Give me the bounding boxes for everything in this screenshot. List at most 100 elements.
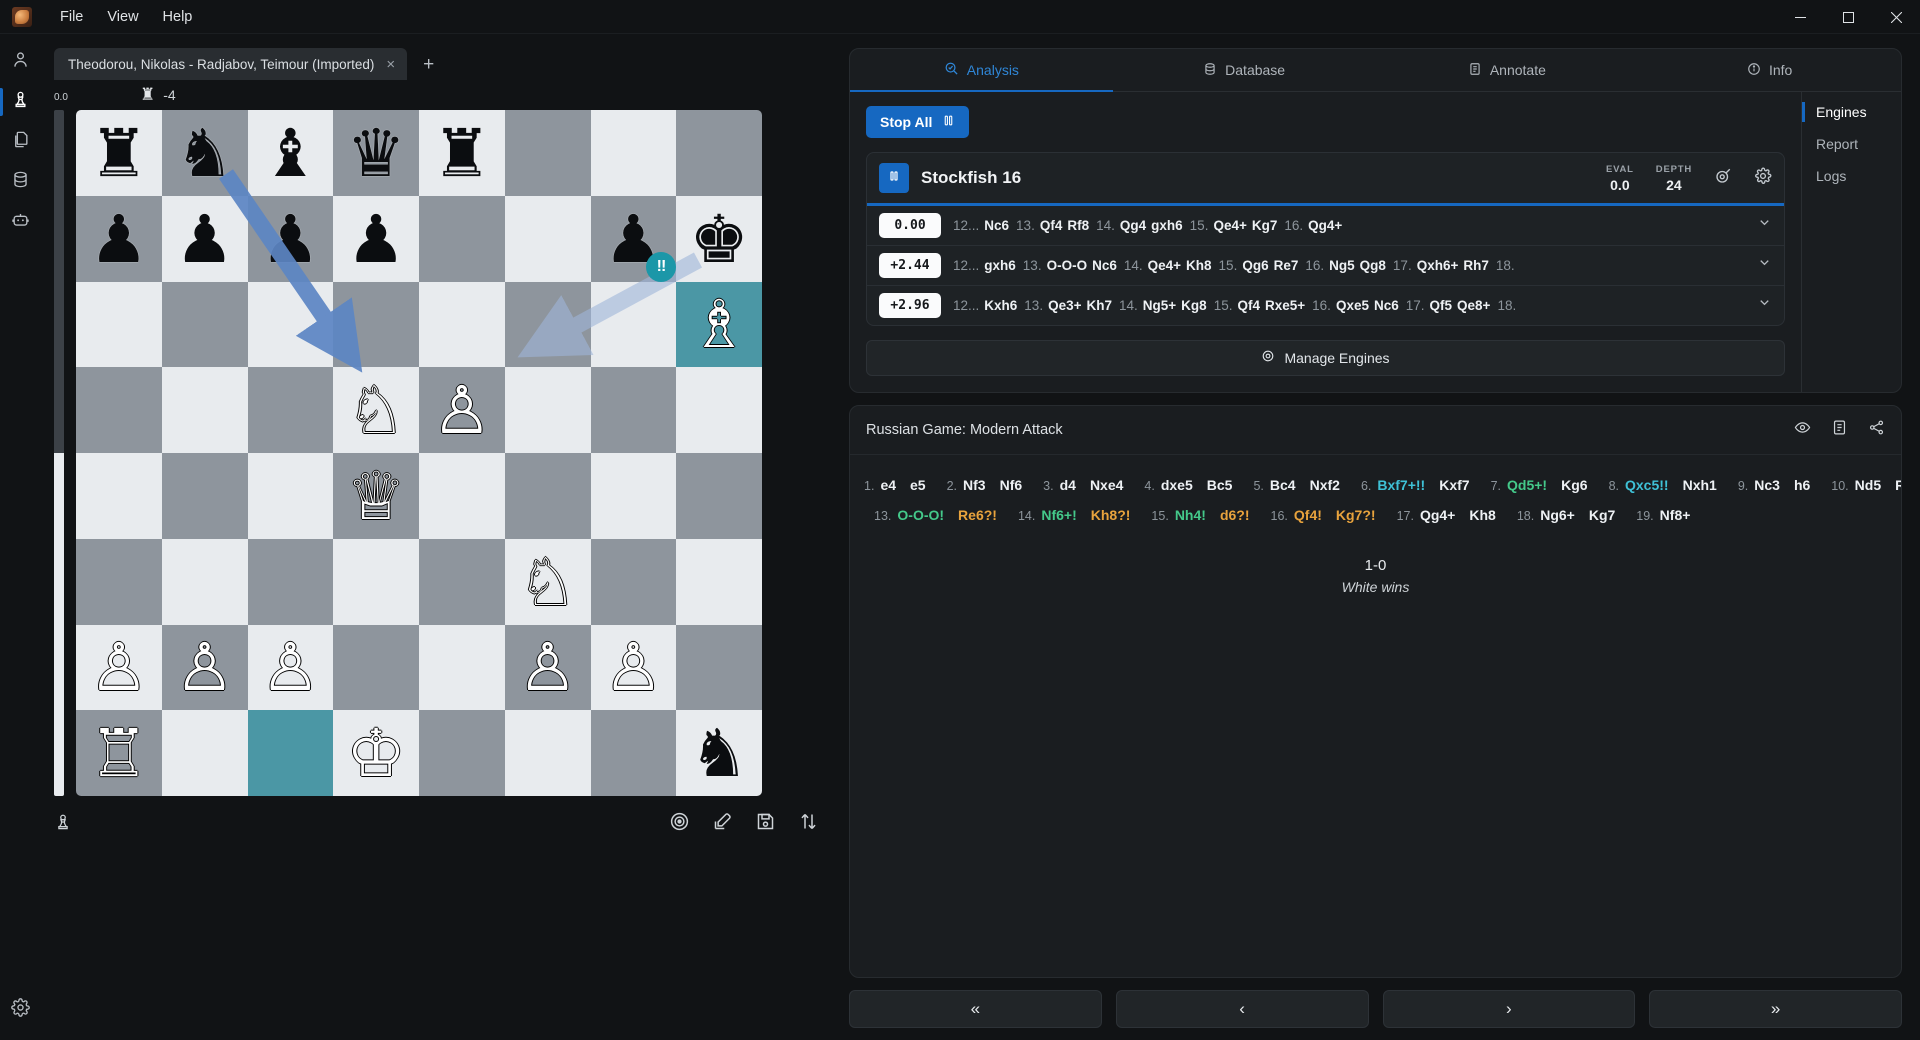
board-square-h8[interactable] [676,110,762,196]
share-icon[interactable] [1868,419,1885,441]
menu-help[interactable]: Help [151,5,205,29]
pawn-icon[interactable] [54,813,72,836]
board-square-d6[interactable] [333,282,419,368]
engine-line-3[interactable]: +2.9612...Kxh613.Qe3+Kh714.Ng5+Kg815.Qf4… [867,285,1784,325]
move-black[interactable]: Nxe4 [1087,475,1126,495]
move-white[interactable]: Nd5 [1852,475,1884,495]
board-square-c1[interactable] [248,710,334,796]
move-black[interactable]: Re8 [1892,475,1901,495]
new-tab-button[interactable]: + [415,55,442,74]
move-black[interactable]: Kg7 [1586,505,1618,525]
move-white[interactable]: Nc3 [1751,475,1783,495]
tab-database[interactable]: Database [1113,49,1376,91]
move-black[interactable]: Nxh1 [1680,475,1720,495]
chevron-down-icon[interactable] [1751,295,1772,315]
sidebar-item-engines[interactable] [0,202,40,242]
board-square-f8[interactable] [505,110,591,196]
board-square-a3[interactable] [76,539,162,625]
board-square-c3[interactable] [248,539,334,625]
board-square-f4[interactable] [505,453,591,539]
move-white[interactable]: Nf6+! [1038,505,1079,525]
board-square-g6[interactable] [591,282,677,368]
close-button[interactable] [1872,0,1920,34]
sidebar-item-games[interactable] [0,82,40,122]
move-white[interactable]: O-O-O! [894,505,947,525]
board-square-d5[interactable]: ♘ [333,367,419,453]
engine-pause-button[interactable] [879,163,909,193]
next-move-button[interactable]: › [1383,990,1636,1028]
board-square-b4[interactable] [162,453,248,539]
last-move-button[interactable]: » [1649,990,1902,1028]
eval-bar[interactable] [54,110,64,796]
board-square-e5[interactable]: ♙ [419,367,505,453]
move-white[interactable]: Qg4+ [1417,505,1458,525]
board-square-f7[interactable] [505,196,591,282]
move-black[interactable]: Nf6 [997,475,1026,495]
move-white[interactable]: Qf4! [1291,505,1325,525]
move-black[interactable]: Nxf2 [1307,475,1343,495]
stop-all-button[interactable]: Stop All [866,106,969,138]
board-square-f5[interactable] [505,367,591,453]
board-square-f3[interactable]: ♘ [505,539,591,625]
prev-move-button[interactable]: ‹ [1116,990,1369,1028]
move-white[interactable]: Nf8+ [1657,505,1694,525]
board-square-e6[interactable] [419,282,505,368]
board-square-c2[interactable]: ♙ [248,625,334,711]
move-white[interactable]: Qxc5!! [1622,475,1672,495]
menu-view[interactable]: View [95,5,150,29]
move-black[interactable]: e5 [907,475,929,495]
side-item-engines[interactable]: Engines [1816,104,1901,120]
board-square-g4[interactable] [591,453,677,539]
board-square-a2[interactable]: ♙ [76,625,162,711]
board-square-c8[interactable]: ♝ [248,110,334,196]
target-icon[interactable] [669,811,690,837]
gear-icon[interactable] [1754,167,1772,190]
close-icon[interactable]: × [384,57,397,72]
move-white[interactable]: Bc4 [1267,475,1299,495]
board-square-c6[interactable] [248,282,334,368]
move-white[interactable]: e4 [877,475,899,495]
menu-file[interactable]: File [48,5,95,29]
move-black[interactable]: Kxf7 [1436,475,1472,495]
board-square-a8[interactable]: ♜ [76,110,162,196]
board-square-c5[interactable] [248,367,334,453]
move-black[interactable]: Kh8?! [1088,505,1134,525]
board-square-g5[interactable] [591,367,677,453]
board-square-e1[interactable] [419,710,505,796]
board-square-g1[interactable] [591,710,677,796]
board-square-g8[interactable] [591,110,677,196]
board-square-a4[interactable] [76,453,162,539]
move-black[interactable]: Re6?! [955,505,1000,525]
board-square-d8[interactable]: ♛ [333,110,419,196]
board-square-h1[interactable]: ♞ [676,710,762,796]
board-square-f1[interactable] [505,710,591,796]
minimize-button[interactable] [1776,0,1824,34]
chess-board[interactable]: ♜♞♝♛♜♟♟♟♟♟♚♗♘♙♕♘♙♙♙♙♙♖♔♞ [76,110,762,796]
sidebar-item-database[interactable] [0,162,40,202]
move-black[interactable]: h6 [1791,475,1813,495]
board-square-h4[interactable] [676,453,762,539]
list-icon[interactable] [1831,419,1848,441]
board-square-h2[interactable] [676,625,762,711]
board-square-h6[interactable]: ♗ [676,282,762,368]
move-black[interactable]: Kh8 [1466,505,1498,525]
sidebar-item-files[interactable] [0,122,40,162]
manage-engines-button[interactable]: Manage Engines [866,340,1785,376]
board-square-e3[interactable] [419,539,505,625]
engine-line-1[interactable]: 0.0012...Nc613.Qf4Rf814.Qg4gxh615.Qe4+Kg… [867,206,1784,245]
board-square-a6[interactable] [76,282,162,368]
tab-info[interactable]: Info [1638,49,1901,91]
tab-annotate[interactable]: Annotate [1376,49,1639,91]
edit-icon[interactable] [712,811,733,837]
board-square-d7[interactable]: ♟ [333,196,419,282]
board-square-h5[interactable] [676,367,762,453]
engine-line-2[interactable]: +2.4412...gxh613.O-O-ONc614.Qe4+Kh815.Qg… [867,245,1784,285]
side-item-logs[interactable]: Logs [1816,168,1901,184]
board-square-b7[interactable]: ♟ [162,196,248,282]
flip-board-icon[interactable] [798,811,819,837]
board-square-g2[interactable]: ♙ [591,625,677,711]
board-square-b6[interactable] [162,282,248,368]
move-white[interactable]: Ng6+ [1537,505,1578,525]
move-black[interactable]: Bc5 [1204,475,1236,495]
board-square-f2[interactable]: ♙ [505,625,591,711]
